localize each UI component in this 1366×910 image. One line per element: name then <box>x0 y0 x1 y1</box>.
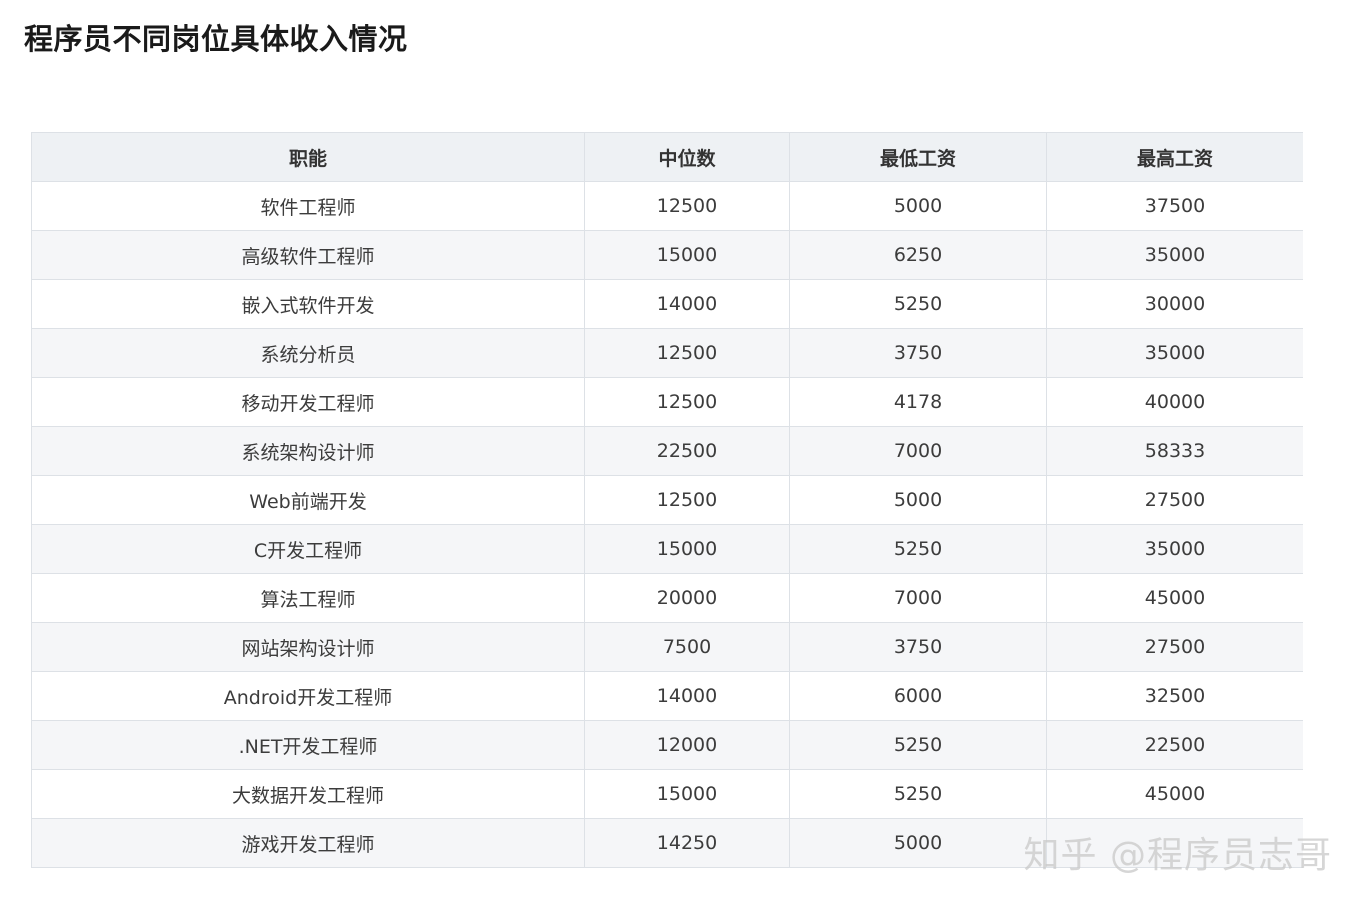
table-row: 系统分析员 12500 3750 35000 <box>31 328 1303 378</box>
cell-min-salary: 5250 <box>789 524 1047 574</box>
cell-median: 14250 <box>584 818 790 868</box>
cell-min-salary: 6000 <box>789 671 1047 721</box>
cell-max-salary: 22500 <box>1046 720 1303 770</box>
cell-role: 软件工程师 <box>31 181 585 231</box>
cell-median: 14000 <box>584 671 790 721</box>
cell-role: 游戏开发工程师 <box>31 818 585 868</box>
cell-max-salary: 58333 <box>1046 426 1303 476</box>
table-row: 算法工程师 20000 7000 45000 <box>31 573 1303 623</box>
cell-median: 15000 <box>584 230 790 280</box>
header-max-salary: 最高工资 <box>1046 132 1303 182</box>
cell-role: 系统架构设计师 <box>31 426 585 476</box>
cell-max-salary: 35000 <box>1046 230 1303 280</box>
cell-median: 12500 <box>584 328 790 378</box>
table-row: C开发工程师 15000 5250 35000 <box>31 524 1303 574</box>
cell-median: 22500 <box>584 426 790 476</box>
cell-max-salary: 27500 <box>1046 475 1303 525</box>
cell-role: 大数据开发工程师 <box>31 769 585 819</box>
cell-role: 系统分析员 <box>31 328 585 378</box>
table-row: Android开发工程师 14000 6000 32500 <box>31 671 1303 721</box>
cell-min-salary: 5000 <box>789 818 1047 868</box>
cell-min-salary: 4178 <box>789 377 1047 427</box>
cell-min-salary: 3750 <box>789 622 1047 672</box>
cell-max-salary: 40000 <box>1046 377 1303 427</box>
cell-max-salary: 45000 <box>1046 573 1303 623</box>
header-median: 中位数 <box>584 132 790 182</box>
cell-role: 网站架构设计师 <box>31 622 585 672</box>
cell-min-salary: 7000 <box>789 426 1047 476</box>
cell-median: 7500 <box>584 622 790 672</box>
cell-role: C开发工程师 <box>31 524 585 574</box>
cell-median: 15000 <box>584 524 790 574</box>
table-row: 系统架构设计师 22500 7000 58333 <box>31 426 1303 476</box>
table-row: 高级软件工程师 15000 6250 35000 <box>31 230 1303 280</box>
table-row: 游戏开发工程师 14250 5000 <box>31 818 1303 868</box>
cell-max-salary: 27500 <box>1046 622 1303 672</box>
table-header-row: 职能 中位数 最低工资 最高工资 <box>31 132 1303 182</box>
cell-min-salary: 5000 <box>789 181 1047 231</box>
cell-min-salary: 5250 <box>789 769 1047 819</box>
cell-median: 12500 <box>584 181 790 231</box>
cell-role: Android开发工程师 <box>31 671 585 721</box>
cell-median: 12000 <box>584 720 790 770</box>
cell-median: 15000 <box>584 769 790 819</box>
cell-role: 高级软件工程师 <box>31 230 585 280</box>
table-body: 软件工程师 12500 5000 37500 高级软件工程师 15000 6250 35000… <box>31 181 1303 868</box>
cell-max-salary <box>1046 818 1303 868</box>
cell-max-salary: 37500 <box>1046 181 1303 231</box>
table-row: Web前端开发 12500 5000 27500 <box>31 475 1303 525</box>
cell-min-salary: 3750 <box>789 328 1047 378</box>
table-row: 软件工程师 12500 5000 37500 <box>31 181 1303 231</box>
cell-role: 移动开发工程师 <box>31 377 585 427</box>
cell-min-salary: 6250 <box>789 230 1047 280</box>
cell-role: Web前端开发 <box>31 475 585 525</box>
cell-median: 14000 <box>584 279 790 329</box>
cell-max-salary: 35000 <box>1046 524 1303 574</box>
table-row: 大数据开发工程师 15000 5250 45000 <box>31 769 1303 819</box>
cell-min-salary: 7000 <box>789 573 1047 623</box>
table-row: 网站架构设计师 7500 3750 27500 <box>31 622 1303 672</box>
cell-max-salary: 30000 <box>1046 279 1303 329</box>
cell-max-salary: 32500 <box>1046 671 1303 721</box>
table-row: 嵌入式软件开发 14000 5250 30000 <box>31 279 1303 329</box>
cell-role: 算法工程师 <box>31 573 585 623</box>
cell-median: 20000 <box>584 573 790 623</box>
cell-median: 12500 <box>584 475 790 525</box>
cell-role: 嵌入式软件开发 <box>31 279 585 329</box>
salary-table: 职能 中位数 最低工资 最高工资 软件工程师 12500 5000 37500 高级软件… <box>31 132 1303 868</box>
table-row: .NET开发工程师 12000 5250 22500 <box>31 720 1303 770</box>
cell-max-salary: 35000 <box>1046 328 1303 378</box>
header-min-salary: 最低工资 <box>789 132 1047 182</box>
cell-min-salary: 5250 <box>789 720 1047 770</box>
header-role: 职能 <box>31 132 585 182</box>
cell-median: 12500 <box>584 377 790 427</box>
cell-max-salary: 45000 <box>1046 769 1303 819</box>
table-row: 移动开发工程师 12500 4178 40000 <box>31 377 1303 427</box>
page-title: 程序员不同岗位具体收入情况 <box>24 22 408 56</box>
salary-table-container: 职能 中位数 最低工资 最高工资 软件工程师 12500 5000 37500 高级软件… <box>31 132 1303 885</box>
cell-role: .NET开发工程师 <box>31 720 585 770</box>
cell-min-salary: 5000 <box>789 475 1047 525</box>
cell-min-salary: 5250 <box>789 279 1047 329</box>
